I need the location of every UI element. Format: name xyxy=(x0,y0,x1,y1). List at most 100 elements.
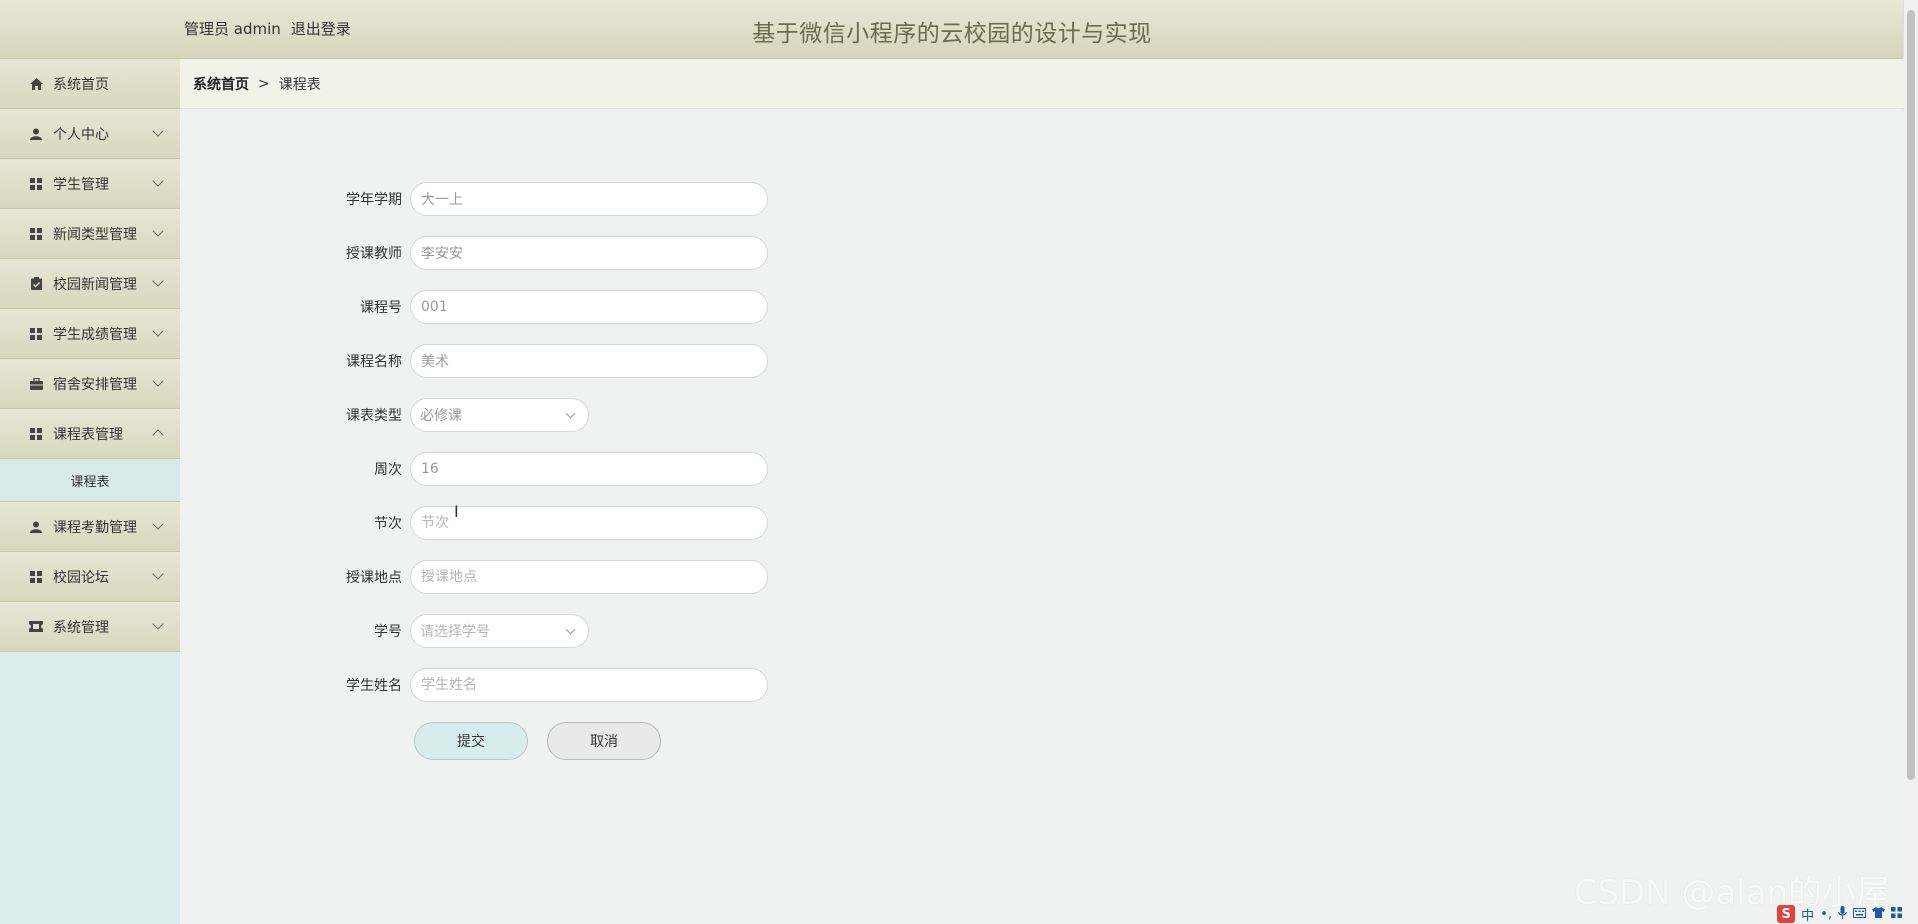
form-row-section: 节次 xyxy=(328,505,768,541)
sidebar-item-label: 个人中心 xyxy=(53,126,109,143)
form-row-week: 周次 16 xyxy=(328,451,768,487)
form-row-course-no: 课程号 001 xyxy=(328,289,768,325)
clipboard-icon xyxy=(28,276,44,292)
chevron-down-icon xyxy=(152,518,164,530)
semester-input[interactable]: 大一上 xyxy=(410,182,768,216)
submit-button[interactable]: 提交 xyxy=(414,722,528,760)
grid-icon xyxy=(28,569,44,585)
breadcrumb: 系统首页 > 课程表 xyxy=(180,59,1904,109)
toolbox-grid-icon xyxy=(1891,906,1902,922)
student-no-placeholder: 请选择学号 xyxy=(420,624,490,640)
course-no-label: 课程号 xyxy=(360,300,402,316)
sidebar-item-label: 校园论坛 xyxy=(53,569,109,586)
sidebar-item-label: 宿舍安排管理 xyxy=(53,376,137,393)
scrollbar-thumb[interactable] xyxy=(1907,10,1915,780)
section-input[interactable] xyxy=(410,506,768,540)
chevron-down-icon xyxy=(152,618,164,630)
semester-label: 学年学期 xyxy=(346,192,402,208)
form-row-location: 授课地点 xyxy=(328,559,768,595)
chevron-up-icon xyxy=(152,429,164,441)
sogou-ime-logo-icon: S xyxy=(1777,905,1796,923)
student-name-label: 学生姓名 xyxy=(346,678,402,694)
student-name-input[interactable] xyxy=(410,668,768,702)
sidebar-item-system-management[interactable]: 系统管理 xyxy=(0,602,180,652)
sidebar-item-home[interactable]: 系统首页 xyxy=(0,59,180,109)
breadcrumb-separator: > xyxy=(258,75,270,92)
sidebar-item-student-grades-management[interactable]: 学生成绩管理 xyxy=(0,309,180,359)
form-row-course-name: 课程名称 美术 xyxy=(328,343,768,379)
microphone-icon xyxy=(1838,905,1847,923)
course-no-input[interactable]: 001 xyxy=(410,290,768,324)
keyboard-icon xyxy=(1853,907,1866,922)
sidebar-item-dorm-arrangement-management[interactable]: 宿舍安排管理 xyxy=(0,359,180,409)
chevron-down-icon xyxy=(152,375,164,387)
chevron-down-icon xyxy=(152,125,164,137)
chevron-down-icon xyxy=(152,275,164,287)
chevron-down-icon xyxy=(152,225,164,237)
ime-toolbar[interactable]: S 中 •, xyxy=(1722,904,1902,924)
chevron-down-icon xyxy=(565,408,576,419)
form-row-course-type: 课表类型 必修课 xyxy=(328,397,589,433)
chevron-down-icon xyxy=(152,175,164,187)
section-label: 节次 xyxy=(374,516,402,532)
course-type-label: 课表类型 xyxy=(346,408,402,424)
system-title-text: 基于微信小程序的云校园的设计与实现 xyxy=(752,21,1152,47)
sidebar-item-label: 系统管理 xyxy=(53,619,109,636)
briefcase-icon xyxy=(28,376,44,392)
teacher-input[interactable]: 李安安 xyxy=(410,236,768,270)
user-icon xyxy=(28,126,44,142)
user-icon xyxy=(28,519,44,535)
chevron-down-icon xyxy=(565,624,576,635)
student-no-select[interactable]: 请选择学号 xyxy=(410,614,589,648)
form-row-student-name: 学生姓名 xyxy=(328,667,768,703)
form-row-student-no: 学号 请选择学号 xyxy=(328,613,589,649)
course-type-selected-value: 必修课 xyxy=(420,408,462,424)
skin-shirt-icon xyxy=(1872,906,1885,922)
vertical-scrollbar[interactable] xyxy=(1903,0,1918,924)
punctuation-icon: •, xyxy=(1820,906,1832,922)
chevron-down-icon xyxy=(152,325,164,337)
grid-icon xyxy=(28,226,44,242)
sidebar: 系统首页 个人中心 学生管理 新闻类型管理 校园新闻管理 学生成绩管理 宿舍安排… xyxy=(0,59,180,924)
grid-icon xyxy=(28,426,44,442)
sidebar-item-label: 课程表管理 xyxy=(53,426,123,443)
student-no-label: 学号 xyxy=(374,624,402,640)
sidebar-item-course-table-management[interactable]: 课程表管理 xyxy=(0,409,180,459)
sidebar-subitem-course-table[interactable]: 课程表 xyxy=(0,459,180,502)
home-icon xyxy=(28,76,44,92)
location-input[interactable] xyxy=(410,560,768,594)
sidebar-item-campus-news-management[interactable]: 校园新闻管理 xyxy=(0,259,180,309)
location-label: 授课地点 xyxy=(346,570,402,586)
sidebar-item-label: 系统首页 xyxy=(53,76,109,93)
sidebar-item-course-attendance-management[interactable]: 课程考勤管理 xyxy=(0,502,180,552)
grid-icon xyxy=(28,176,44,192)
breadcrumb-home-link[interactable]: 系统首页 xyxy=(193,74,249,94)
grid-icon xyxy=(28,326,44,342)
top-header: 管理员 admin 退出登录 基于微信小程序的云校园的设计与实现 xyxy=(0,0,1904,59)
ime-mode-label[interactable]: 中 xyxy=(1801,905,1814,924)
teacher-label: 授课教师 xyxy=(346,246,402,262)
sidebar-item-label: 新闻类型管理 xyxy=(53,226,137,243)
cancel-button[interactable]: 取消 xyxy=(547,722,661,760)
sidebar-item-student-management[interactable]: 学生管理 xyxy=(0,159,180,209)
sidebar-item-label: 课程考勤管理 xyxy=(53,519,137,536)
chevron-down-icon xyxy=(152,568,164,580)
sidebar-item-campus-forum[interactable]: 校园论坛 xyxy=(0,552,180,602)
page-header-title: 基于微信小程序的云校园的设计与实现 xyxy=(0,14,1904,48)
sidebar-item-label: 学生成绩管理 xyxy=(53,326,137,343)
week-input[interactable]: 16 xyxy=(410,452,768,486)
course-name-label: 课程名称 xyxy=(346,354,402,370)
main-content: 学年学期 大一上 授课教师 李安安 课程号 001 课程名称 美术 课表类型 必… xyxy=(180,110,1904,924)
sidebar-item-news-type-management[interactable]: 新闻类型管理 xyxy=(0,209,180,259)
text-cursor-icon: I xyxy=(454,502,459,521)
breadcrumb-current: 课程表 xyxy=(278,76,321,93)
course-type-select[interactable]: 必修课 xyxy=(410,398,589,432)
sidebar-item-personal-center[interactable]: 个人中心 xyxy=(0,109,180,159)
week-label: 周次 xyxy=(374,462,402,478)
course-name-input[interactable]: 美术 xyxy=(410,344,768,378)
sidebar-item-label: 学生管理 xyxy=(53,176,109,193)
sidebar-item-label: 校园新闻管理 xyxy=(53,276,137,293)
form-row-semester: 学年学期 大一上 xyxy=(328,181,768,217)
form-row-teacher: 授课教师 李安安 xyxy=(328,235,768,271)
ticket-icon xyxy=(28,619,44,635)
